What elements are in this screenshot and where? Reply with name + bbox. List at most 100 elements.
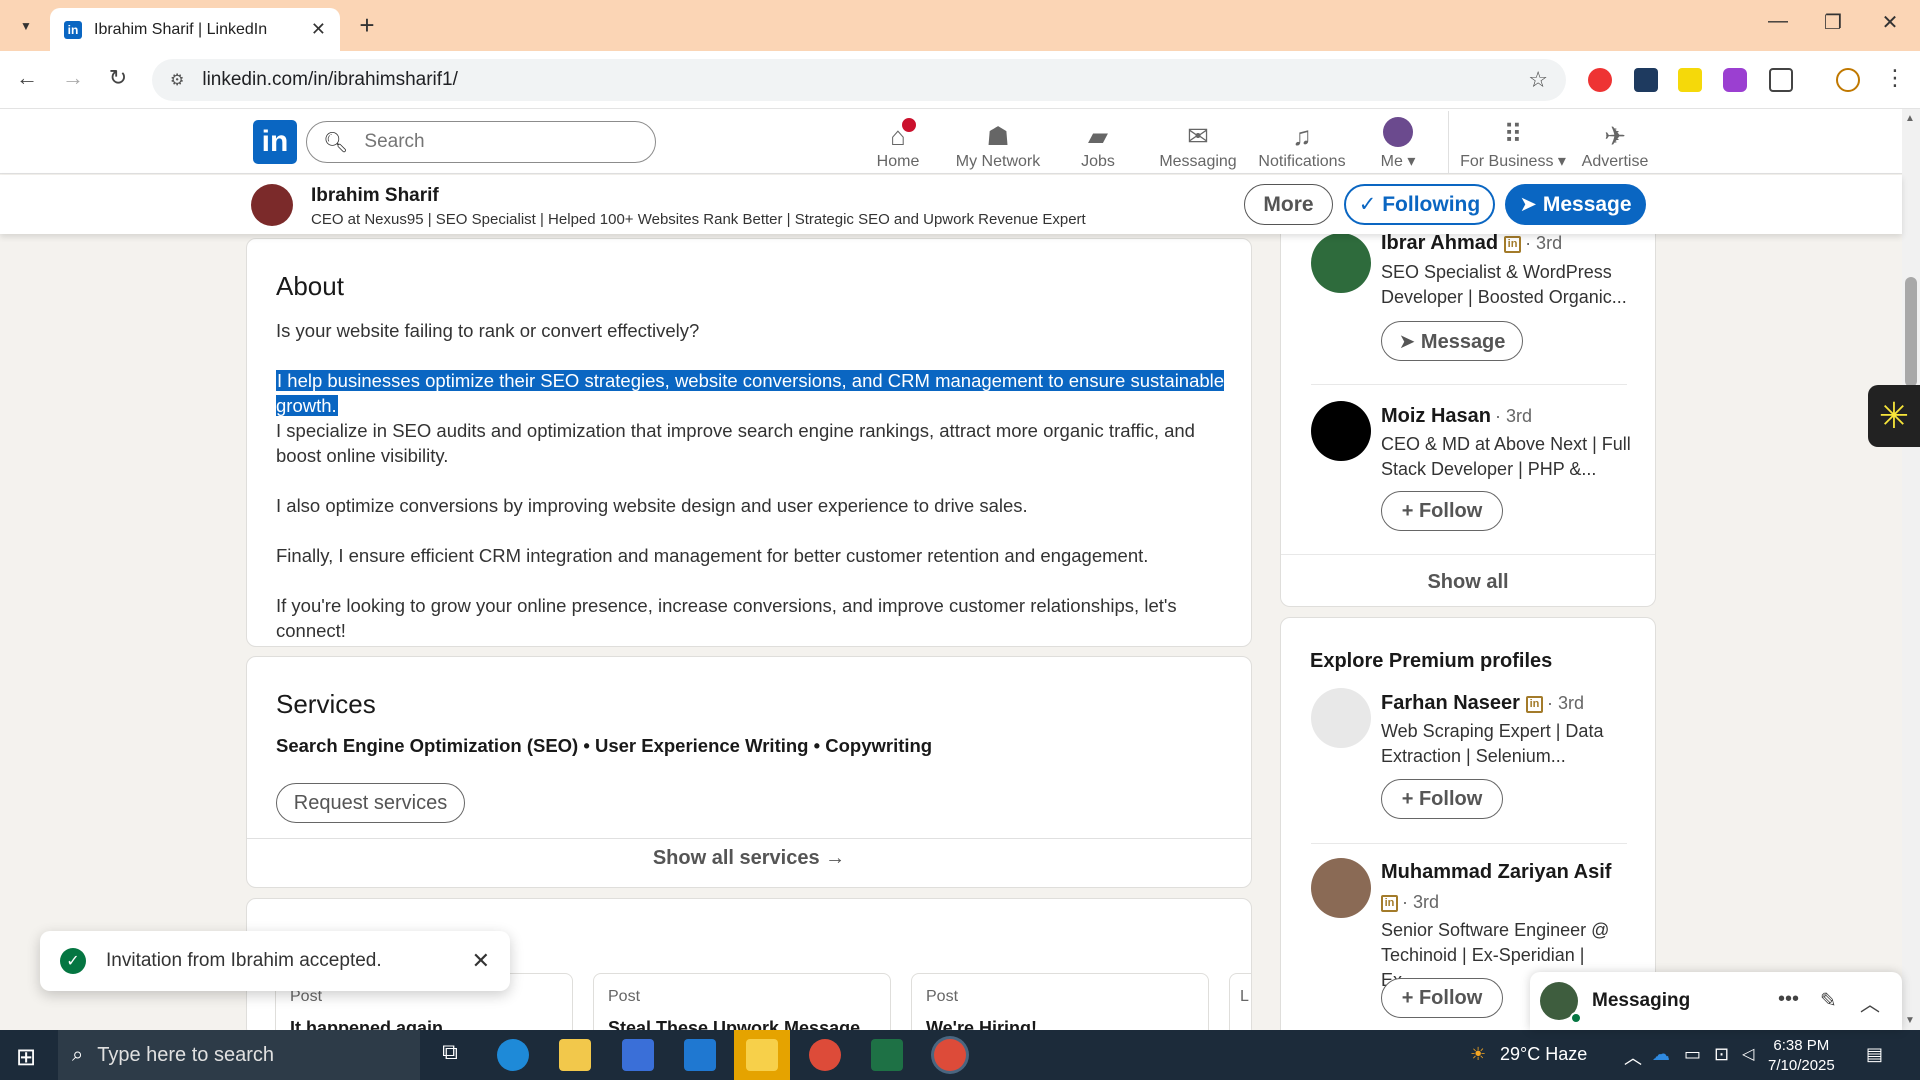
scroll-down-icon[interactable]: ▼ bbox=[1905, 1015, 1915, 1026]
people-also-viewed: Ibrar Ahmad in · 3rd SEO Specialist & Word… bbox=[1280, 220, 1656, 607]
chrome-icon[interactable] bbox=[809, 1039, 841, 1071]
compose-icon[interactable]: ✎ bbox=[1820, 988, 1837, 1013]
nav-me[interactable]: Me ▾ bbox=[1370, 115, 1426, 171]
weather-text[interactable]: 29°C Haze bbox=[1500, 1044, 1587, 1065]
clock-date: 7/10/2025 bbox=[1768, 1057, 1835, 1074]
excel-icon[interactable] bbox=[871, 1039, 903, 1071]
message-button[interactable]: ➤ Message bbox=[1505, 184, 1646, 225]
clock[interactable]: 6:38 PM 7/10/2025 bbox=[1768, 1036, 1835, 1076]
extension-red-icon[interactable] bbox=[1588, 68, 1612, 92]
profile-avatar[interactable] bbox=[251, 184, 293, 226]
new-tab-icon[interactable]: + bbox=[352, 10, 382, 41]
url-text[interactable]: linkedin.com/in/ibrahimsharif1/ bbox=[202, 69, 1528, 91]
message-button[interactable]: ➤ Message bbox=[1381, 321, 1523, 361]
forward-icon[interactable]: → bbox=[58, 65, 88, 91]
about-paragraph: Finally, I ensure efficient CRM integrat… bbox=[276, 545, 1149, 566]
nav-advertise[interactable]: ✈ Advertise bbox=[1580, 115, 1650, 171]
person-name[interactable]: Moiz Hasan · 3rd bbox=[1381, 405, 1532, 428]
linkedin-logo-icon[interactable]: in bbox=[253, 120, 297, 164]
person-name[interactable]: Muhammad Zariyan Asif bbox=[1381, 861, 1611, 884]
avatar[interactable] bbox=[1311, 401, 1371, 461]
notification-center-icon[interactable]: ▤ bbox=[1866, 1044, 1883, 1065]
file-explorer-icon[interactable] bbox=[559, 1039, 591, 1071]
nav-notifications-label: Notifications bbox=[1258, 153, 1346, 170]
show-all-services-link[interactable]: Show all services → bbox=[247, 847, 1251, 870]
minimize-icon[interactable]: — bbox=[1758, 10, 1798, 33]
nav-my-network[interactable]: ☗ My Network bbox=[952, 115, 1044, 171]
linkedin-search[interactable]: 🔍︎ bbox=[306, 121, 656, 163]
chrome-icon[interactable] bbox=[934, 1039, 966, 1071]
extension-folder-icon[interactable] bbox=[1634, 68, 1658, 92]
bookmark-star-icon[interactable]: ☆ bbox=[1528, 67, 1548, 93]
chevron-up-icon[interactable]: ︿ bbox=[1860, 988, 1880, 1017]
search-input[interactable] bbox=[364, 131, 625, 153]
sticky-notes-icon[interactable] bbox=[746, 1039, 778, 1071]
browser-menu-icon[interactable]: ⋮ bbox=[1880, 65, 1910, 91]
close-icon[interactable]: ✕ bbox=[472, 948, 490, 974]
follow-button[interactable]: + Follow bbox=[1381, 491, 1503, 531]
home-icon: ⌂ bbox=[890, 116, 918, 150]
edge-icon[interactable] bbox=[497, 1039, 529, 1071]
show-all-link[interactable]: Show all bbox=[1281, 571, 1655, 594]
taskbar-search[interactable]: ⌕ Type here to search bbox=[58, 1030, 420, 1080]
side-extension-icon[interactable]: ✳ bbox=[1868, 385, 1920, 447]
person-name[interactable]: Ibrar Ahmad in · 3rd bbox=[1381, 232, 1562, 255]
follow-button[interactable]: + Follow bbox=[1381, 978, 1503, 1018]
selected-text[interactable]: I help businesses optimize their SEO str… bbox=[276, 370, 1225, 416]
grid-icon: ⠿ bbox=[1503, 119, 1523, 149]
divider bbox=[1311, 843, 1627, 844]
notification-badge bbox=[899, 116, 918, 134]
megaphone-icon: ✈ bbox=[1604, 121, 1626, 151]
nav-jobs-label: Jobs bbox=[1081, 153, 1115, 170]
back-icon[interactable]: ← bbox=[12, 65, 42, 91]
site-info-icon[interactable]: ⚙ bbox=[170, 70, 184, 90]
follow-button[interactable]: + Follow bbox=[1381, 779, 1503, 819]
about-paragraph: I also optimize conversions by improving… bbox=[276, 495, 1028, 516]
reload-icon[interactable]: ↻ bbox=[103, 65, 133, 91]
chevron-up-icon[interactable]: ︿ bbox=[1624, 1044, 1642, 1070]
extension-camera-icon[interactable] bbox=[1723, 68, 1747, 92]
weather-icon[interactable]: ☀ bbox=[1470, 1044, 1486, 1065]
volume-icon[interactable]: ◁ bbox=[1742, 1044, 1754, 1064]
toast-notification: ✓ Invitation from Ibrahim accepted. ✕ bbox=[40, 931, 510, 991]
nav-messaging[interactable]: ✉ Messaging bbox=[1156, 115, 1240, 171]
scroll-up-icon[interactable]: ▲ bbox=[1905, 113, 1915, 124]
tab-search-chevron-icon[interactable]: ▼ bbox=[12, 12, 40, 40]
nav-advertise-label: Advertise bbox=[1581, 153, 1649, 170]
linkedin-favicon-icon: in bbox=[64, 20, 82, 39]
tab-close-icon[interactable]: ✕ bbox=[311, 19, 326, 40]
more-button[interactable]: More bbox=[1244, 184, 1333, 225]
battery-icon[interactable]: ▭ bbox=[1684, 1044, 1701, 1065]
browser-tab[interactable]: in Ibrahim Sharif | LinkedIn ✕ bbox=[50, 8, 340, 51]
following-button[interactable]: ✓ Following bbox=[1344, 184, 1495, 225]
person-name[interactable]: Farhan Naseer in · 3rd bbox=[1381, 692, 1584, 715]
profile-icon[interactable] bbox=[1836, 68, 1860, 92]
extensions-puzzle-icon[interactable] bbox=[1769, 68, 1793, 92]
avatar[interactable] bbox=[1311, 233, 1371, 293]
extension-star-icon[interactable] bbox=[1678, 68, 1702, 92]
address-bar[interactable]: ⚙ linkedin.com/in/ibrahimsharif1/ ☆ bbox=[152, 59, 1566, 101]
more-options-icon[interactable]: ••• bbox=[1778, 988, 1799, 1011]
task-view-icon[interactable]: ⧉ bbox=[434, 1039, 466, 1071]
avatar[interactable] bbox=[1311, 688, 1371, 748]
windows-start-icon[interactable]: ⊞ bbox=[16, 1043, 36, 1072]
nav-for-business[interactable]: ⠿ For Business ▾ bbox=[1460, 115, 1566, 171]
window-close-icon[interactable]: ✕ bbox=[1870, 10, 1910, 35]
store-icon[interactable] bbox=[622, 1039, 654, 1071]
page-scrollbar[interactable]: ▲ ▼ bbox=[1902, 109, 1920, 1030]
mail-icon[interactable] bbox=[684, 1039, 716, 1071]
request-services-button[interactable]: Request services bbox=[276, 783, 465, 823]
nav-notifications[interactable]: ♫ Notifications bbox=[1254, 115, 1350, 171]
onedrive-icon[interactable]: ☁ bbox=[1652, 1044, 1670, 1065]
person-degree: in · 3rd bbox=[1381, 890, 1631, 915]
restore-icon[interactable]: ❐ bbox=[1813, 10, 1853, 35]
avatar[interactable] bbox=[1311, 858, 1371, 918]
nav-home[interactable]: ⌂ Home bbox=[870, 115, 926, 171]
nav-jobs[interactable]: ▰ Jobs bbox=[1068, 115, 1128, 171]
network-icon[interactable]: ⊡ bbox=[1714, 1044, 1729, 1065]
person-headline: SEO Specialist & WordPress Developer | B… bbox=[1381, 262, 1627, 307]
scroll-thumb[interactable] bbox=[1905, 277, 1917, 387]
messaging-widget[interactable]: Messaging ••• ✎ ︿ bbox=[1530, 972, 1902, 1030]
services-section: Services Search Engine Optimization (SEO… bbox=[246, 656, 1252, 888]
post-label: L bbox=[1240, 988, 1249, 1005]
